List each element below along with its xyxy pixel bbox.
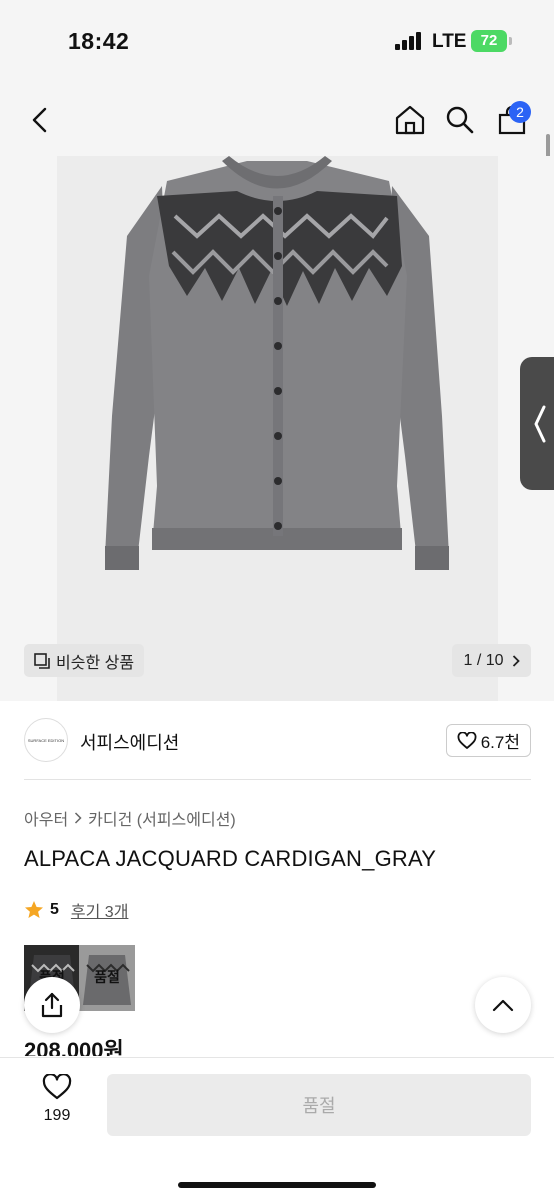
battery-cap xyxy=(509,37,512,45)
back-button[interactable] xyxy=(20,100,60,140)
heart-icon xyxy=(457,731,477,749)
variant-soldout-label: 품절 xyxy=(94,969,120,985)
rating-score: 5 xyxy=(50,901,59,918)
copy-icon xyxy=(34,652,50,669)
chevron-left-icon xyxy=(534,405,546,442)
soldout-button[interactable]: 품절 xyxy=(107,1074,531,1136)
chevron-left-icon xyxy=(32,107,47,133)
product-image[interactable] xyxy=(57,156,498,701)
similar-products-button[interactable]: 비슷한 상품 xyxy=(24,644,145,677)
breadcrumb-category[interactable]: 아우터 xyxy=(24,806,68,830)
product-gallery[interactable]: 비슷한 상품 1 / 10 xyxy=(0,156,554,701)
divider xyxy=(24,779,531,780)
share-button[interactable] xyxy=(24,977,80,1033)
product-price: 208,000원 xyxy=(24,1038,124,1056)
home-icon xyxy=(395,105,425,135)
product-title: ALPACA JACQUARD CARDIGAN_GRAY xyxy=(24,846,437,871)
brand-name[interactable]: 서피스에디션 xyxy=(80,729,179,755)
status-time: 18:42 xyxy=(68,28,130,54)
brand-like-button[interactable]: 6.7천 xyxy=(445,724,531,757)
cardigan-image xyxy=(105,156,449,570)
wishlist-button[interactable]: 199 xyxy=(22,1074,92,1138)
scroll-top-button[interactable] xyxy=(475,977,531,1033)
top-nav xyxy=(0,84,554,156)
status-bar: 18:42 LTE 72 xyxy=(0,0,554,84)
battery-icon: 72 xyxy=(471,30,507,52)
chevron-right-icon xyxy=(512,654,520,667)
similar-products-label: 비슷한 상품 xyxy=(56,654,135,672)
wishlist-count: 199 xyxy=(43,1107,71,1124)
page-counter-text: 1 / 10 xyxy=(463,651,504,669)
side-drawer-handle[interactable] xyxy=(520,357,554,490)
rating-row: 5 후기 3개 xyxy=(24,898,128,922)
image-page-counter[interactable]: 1 / 10 xyxy=(452,644,531,677)
share-icon xyxy=(41,992,63,1018)
brand-like-count: 6.7천 xyxy=(480,733,520,752)
home-button[interactable] xyxy=(390,100,430,140)
search-icon xyxy=(446,106,474,134)
variant-thumbnail[interactable]: 품절 xyxy=(79,945,135,1011)
search-button[interactable] xyxy=(440,100,480,140)
chevron-right-icon xyxy=(75,812,82,824)
network-label: LTE xyxy=(432,31,467,52)
breadcrumb-subcategory[interactable]: 카디건 (서피스에디션) xyxy=(88,806,236,830)
brand-logo[interactable]: SURFACE EDITION xyxy=(24,718,68,762)
brand-row: SURFACE EDITION 서피스에디션 6.7천 xyxy=(24,716,531,766)
chevron-up-icon xyxy=(492,999,514,1012)
star-icon xyxy=(25,901,43,918)
bottom-action-bar: 199 품절 xyxy=(0,1057,554,1200)
signal-icon xyxy=(395,32,423,50)
breadcrumb: 아우터 카디건 (서피스에디션) xyxy=(24,806,236,830)
reviews-link[interactable]: 후기 3개 xyxy=(71,898,129,922)
heart-icon xyxy=(42,1074,72,1100)
home-indicator xyxy=(178,1182,376,1188)
cart-count-badge: 2 xyxy=(509,101,531,123)
